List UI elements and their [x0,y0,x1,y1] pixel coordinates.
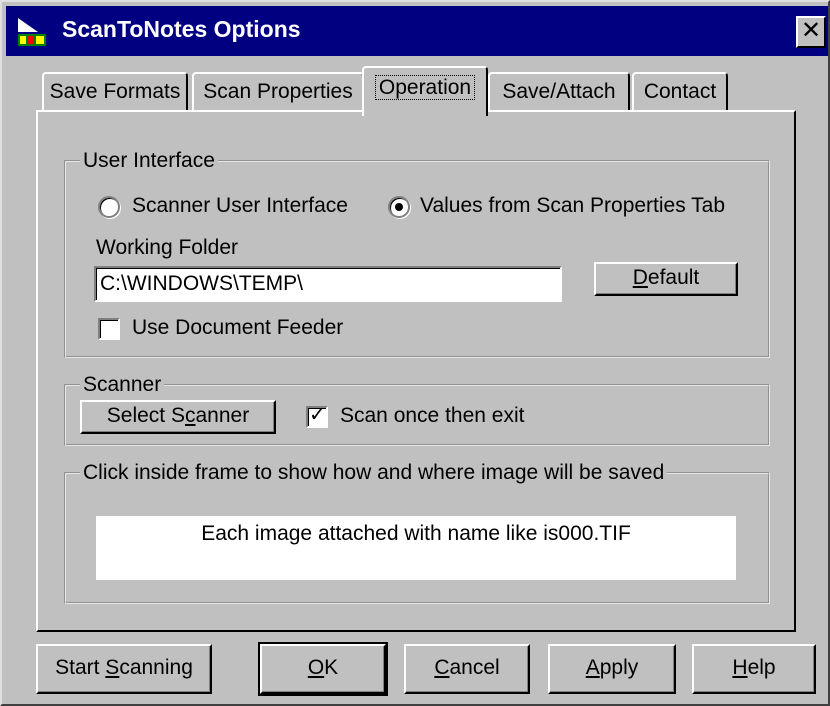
tab-operation[interactable]: Operation [362,66,488,116]
radio-selected-dot [395,203,403,211]
values-from-scan-properties-radio[interactable] [388,196,410,218]
help-button[interactable]: Help [692,644,816,694]
user-interface-group: User Interface Scanner User Interface Va… [64,147,770,358]
scanner-group: Scanner Select Scanner ✓ Scan once then … [64,371,770,446]
button-label: canning [119,656,193,679]
tab-contact[interactable]: Contact [632,72,728,112]
preview-text: Each image attached with name like is000… [201,522,631,545]
tab-label: Contact [643,80,717,103]
operation-tab-panel: User Interface Scanner User Interface Va… [36,110,796,632]
close-icon: ✕ [800,17,822,44]
accelerator-key: O [307,656,325,679]
start-scanning-button[interactable]: Start Scanning [36,644,212,694]
title-bar[interactable]: ScanToNotes Options ✕ [6,6,828,56]
scanner-ui-radio[interactable] [98,196,120,218]
working-folder-input[interactable]: C:\WINDOWS\TEMP\ [94,266,562,302]
values-from-scan-properties-label: Values from Scan Properties Tab [420,194,726,217]
button-label: K [324,656,339,679]
use-document-feeder-checkbox[interactable] [98,318,120,340]
save-preview-frame[interactable]: Each image attached with name like is000… [96,516,736,580]
button-label: efault [647,266,700,289]
accelerator-key: D [632,266,648,289]
checkmark-icon: ✓ [309,404,326,426]
button-label: pply [599,656,639,679]
scanner-app-icon [16,16,48,48]
options-dialog: ScanToNotes Options ✕ Save Formats Scan … [0,0,830,706]
apply-button[interactable]: Apply [548,644,676,694]
button-label: Start [55,656,106,679]
default-button[interactable]: Default [594,262,738,296]
working-folder-label: Working Folder [96,236,238,259]
accelerator-key: A [585,656,600,679]
accelerator-key: C [434,656,450,679]
scanner-ui-label: Scanner User Interface [132,194,348,217]
tab-label: Scan Properties [203,80,353,103]
accelerator-key: S [105,656,120,679]
use-document-feeder-label: Use Document Feeder [132,316,344,339]
accelerator-key: c [185,404,196,427]
group-title: User Interface [80,147,218,175]
accelerator-key: H [732,656,748,679]
tab-save-attach[interactable]: Save/Attach [488,72,630,112]
tab-label: Save/Attach [502,80,616,103]
select-scanner-button[interactable]: Select Scanner [80,400,276,434]
cancel-button[interactable]: Cancel [404,644,530,694]
tab-label: Save Formats [49,80,181,103]
tab-label: Operation [374,75,476,100]
tab-scan-properties[interactable]: Scan Properties [192,72,364,112]
scan-once-checkbox[interactable]: ✓ [306,404,328,428]
close-button[interactable]: ✕ [796,16,826,48]
group-title: Scanner [80,371,165,399]
ok-button[interactable]: OK [258,642,388,696]
scan-once-label: Scan once then exit [340,404,525,427]
tab-save-formats[interactable]: Save Formats [42,72,188,112]
button-label: elp [747,656,776,679]
button-label: ancel [449,656,500,679]
button-label: Select S [106,404,185,427]
window-title: ScanToNotes Options [62,16,301,42]
group-title: Click inside frame to show how and where… [80,459,668,487]
button-label: anner [195,404,250,427]
